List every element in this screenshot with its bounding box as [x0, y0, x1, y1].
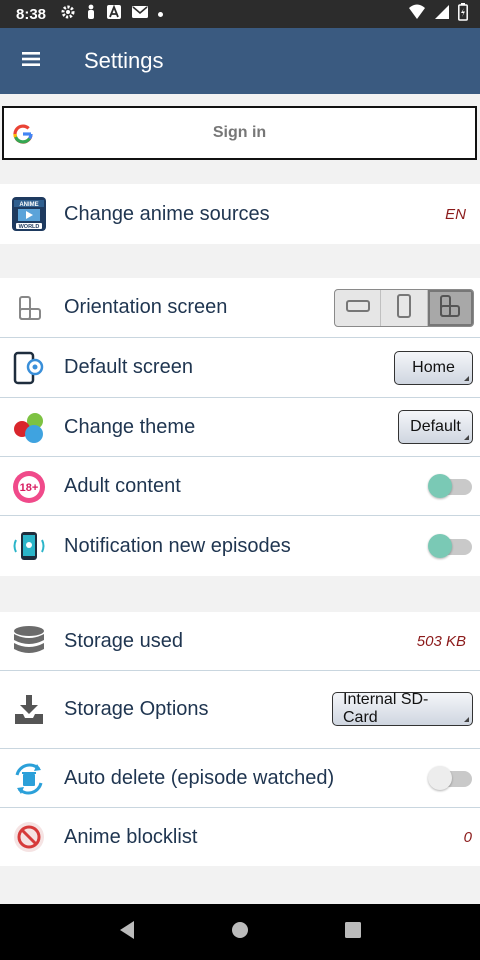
- phone-settings-icon: [10, 349, 48, 387]
- screen-rotation-icon: [10, 289, 48, 327]
- svg-text:18+: 18+: [20, 482, 39, 494]
- home-icon[interactable]: [231, 921, 249, 944]
- theme-value: Default: [410, 418, 461, 435]
- landscape-phone-icon: [345, 298, 371, 319]
- preferences-group: Orientation screen Default screen Home C…: [0, 278, 480, 576]
- menu-button[interactable]: [0, 28, 64, 94]
- notification-dot-icon: [158, 11, 164, 17]
- sources-group: ANIME WORLD Change anime sources EN: [0, 184, 480, 244]
- dropdown-corner-icon: [464, 376, 469, 381]
- change-theme-row[interactable]: Change theme Default: [0, 398, 480, 457]
- signin-section: Sign in: [0, 102, 480, 160]
- anime-world-icon: ANIME WORLD: [10, 195, 48, 233]
- portrait-phone-icon: [396, 293, 412, 324]
- default-screen-label: Default screen: [64, 356, 193, 378]
- dropdown-corner-icon: [464, 717, 469, 722]
- signin-label: Sign in: [212, 124, 267, 141]
- download-tray-icon: [10, 691, 48, 729]
- orientation-landscape-option[interactable]: [335, 290, 382, 326]
- default-screen-row[interactable]: Default screen Home: [0, 338, 480, 398]
- notification-toggle[interactable]: [426, 533, 474, 559]
- anime-blocklist-row[interactable]: Anime blocklist 0: [0, 808, 480, 866]
- mail-icon: [131, 4, 149, 25]
- toggle-knob: [428, 474, 452, 498]
- font-icon: [106, 4, 122, 25]
- change-theme-label: Change theme: [64, 415, 196, 438]
- svg-text:WORLD: WORLD: [19, 224, 40, 230]
- orientation-row: Orientation screen: [0, 278, 480, 338]
- orientation-portrait-option[interactable]: [381, 290, 428, 326]
- storage-used-value: 503 KB: [416, 632, 466, 650]
- dropdown-corner-icon: [464, 435, 469, 440]
- cellular-icon: [434, 4, 450, 25]
- phone-vibrate-icon: [10, 527, 48, 565]
- orientation-auto-option[interactable]: [427, 290, 473, 326]
- storage-options-label: Storage Options: [64, 698, 209, 720]
- storage-group: Storage used 503 KB Storage Options Inte…: [0, 612, 480, 866]
- default-screen-dropdown[interactable]: Home: [394, 351, 473, 385]
- adult-content-toggle[interactable]: [426, 473, 474, 499]
- orientation-selector[interactable]: [334, 289, 474, 327]
- adult-content-row[interactable]: 18+ Adult content: [0, 457, 480, 516]
- anime-blocklist-label: Anime blocklist: [64, 825, 198, 848]
- recycle-trash-icon: [10, 760, 48, 798]
- anime-blocklist-count: 0: [463, 828, 472, 846]
- app-bar: Settings: [0, 28, 480, 94]
- default-screen-value: Home: [412, 359, 455, 376]
- wifi-icon: [408, 4, 426, 25]
- battery-icon: [458, 2, 468, 26]
- gear-icon: [60, 4, 76, 25]
- system-nav-bar: [0, 904, 480, 960]
- hamburger-menu-icon: [22, 51, 42, 72]
- theme-colors-icon: [10, 409, 48, 447]
- theme-dropdown[interactable]: Default: [398, 410, 473, 444]
- settings-content[interactable]: Sign in ANIME WORLD Change anime sources…: [0, 94, 480, 904]
- auto-delete-toggle[interactable]: [426, 765, 474, 791]
- storage-used-row: Storage used 503 KB: [0, 612, 480, 671]
- database-icon: [10, 623, 48, 661]
- auto-rotate-icon: [437, 293, 463, 324]
- change-anime-sources-row[interactable]: ANIME WORLD Change anime sources EN: [0, 184, 480, 244]
- google-signin-button[interactable]: Sign in: [2, 106, 477, 160]
- storage-options-value: Internal SD-Card: [343, 691, 429, 726]
- status-time: 8:38: [16, 5, 47, 23]
- change-anime-sources-label: Change anime sources: [64, 202, 270, 225]
- adult-18-icon: 18+: [10, 468, 48, 506]
- google-logo-icon: [12, 123, 34, 150]
- notification-label: Notification new episodes: [64, 534, 291, 557]
- back-icon[interactable]: [118, 920, 136, 945]
- toggle-knob: [428, 534, 452, 558]
- adult-content-label: Adult content: [64, 474, 181, 497]
- orientation-label: Orientation screen: [64, 296, 228, 318]
- storage-options-row[interactable]: Storage Options Internal SD-Card: [0, 671, 480, 749]
- auto-delete-row[interactable]: Auto delete (episode watched): [0, 749, 480, 808]
- anime-source-value: EN: [445, 205, 466, 223]
- status-bar: 8:38: [0, 0, 480, 28]
- accessibility-icon: [85, 4, 97, 25]
- block-prohibited-icon: [10, 818, 48, 856]
- toggle-knob: [428, 766, 452, 790]
- storage-used-label: Storage used: [64, 629, 183, 652]
- page-title: Settings: [84, 48, 164, 73]
- recents-icon[interactable]: [344, 921, 362, 944]
- svg-text:ANIME: ANIME: [19, 202, 38, 208]
- notification-row[interactable]: Notification new episodes: [0, 516, 480, 576]
- auto-delete-label: Auto delete (episode watched): [64, 766, 335, 789]
- storage-options-dropdown[interactable]: Internal SD-Card: [332, 691, 473, 726]
